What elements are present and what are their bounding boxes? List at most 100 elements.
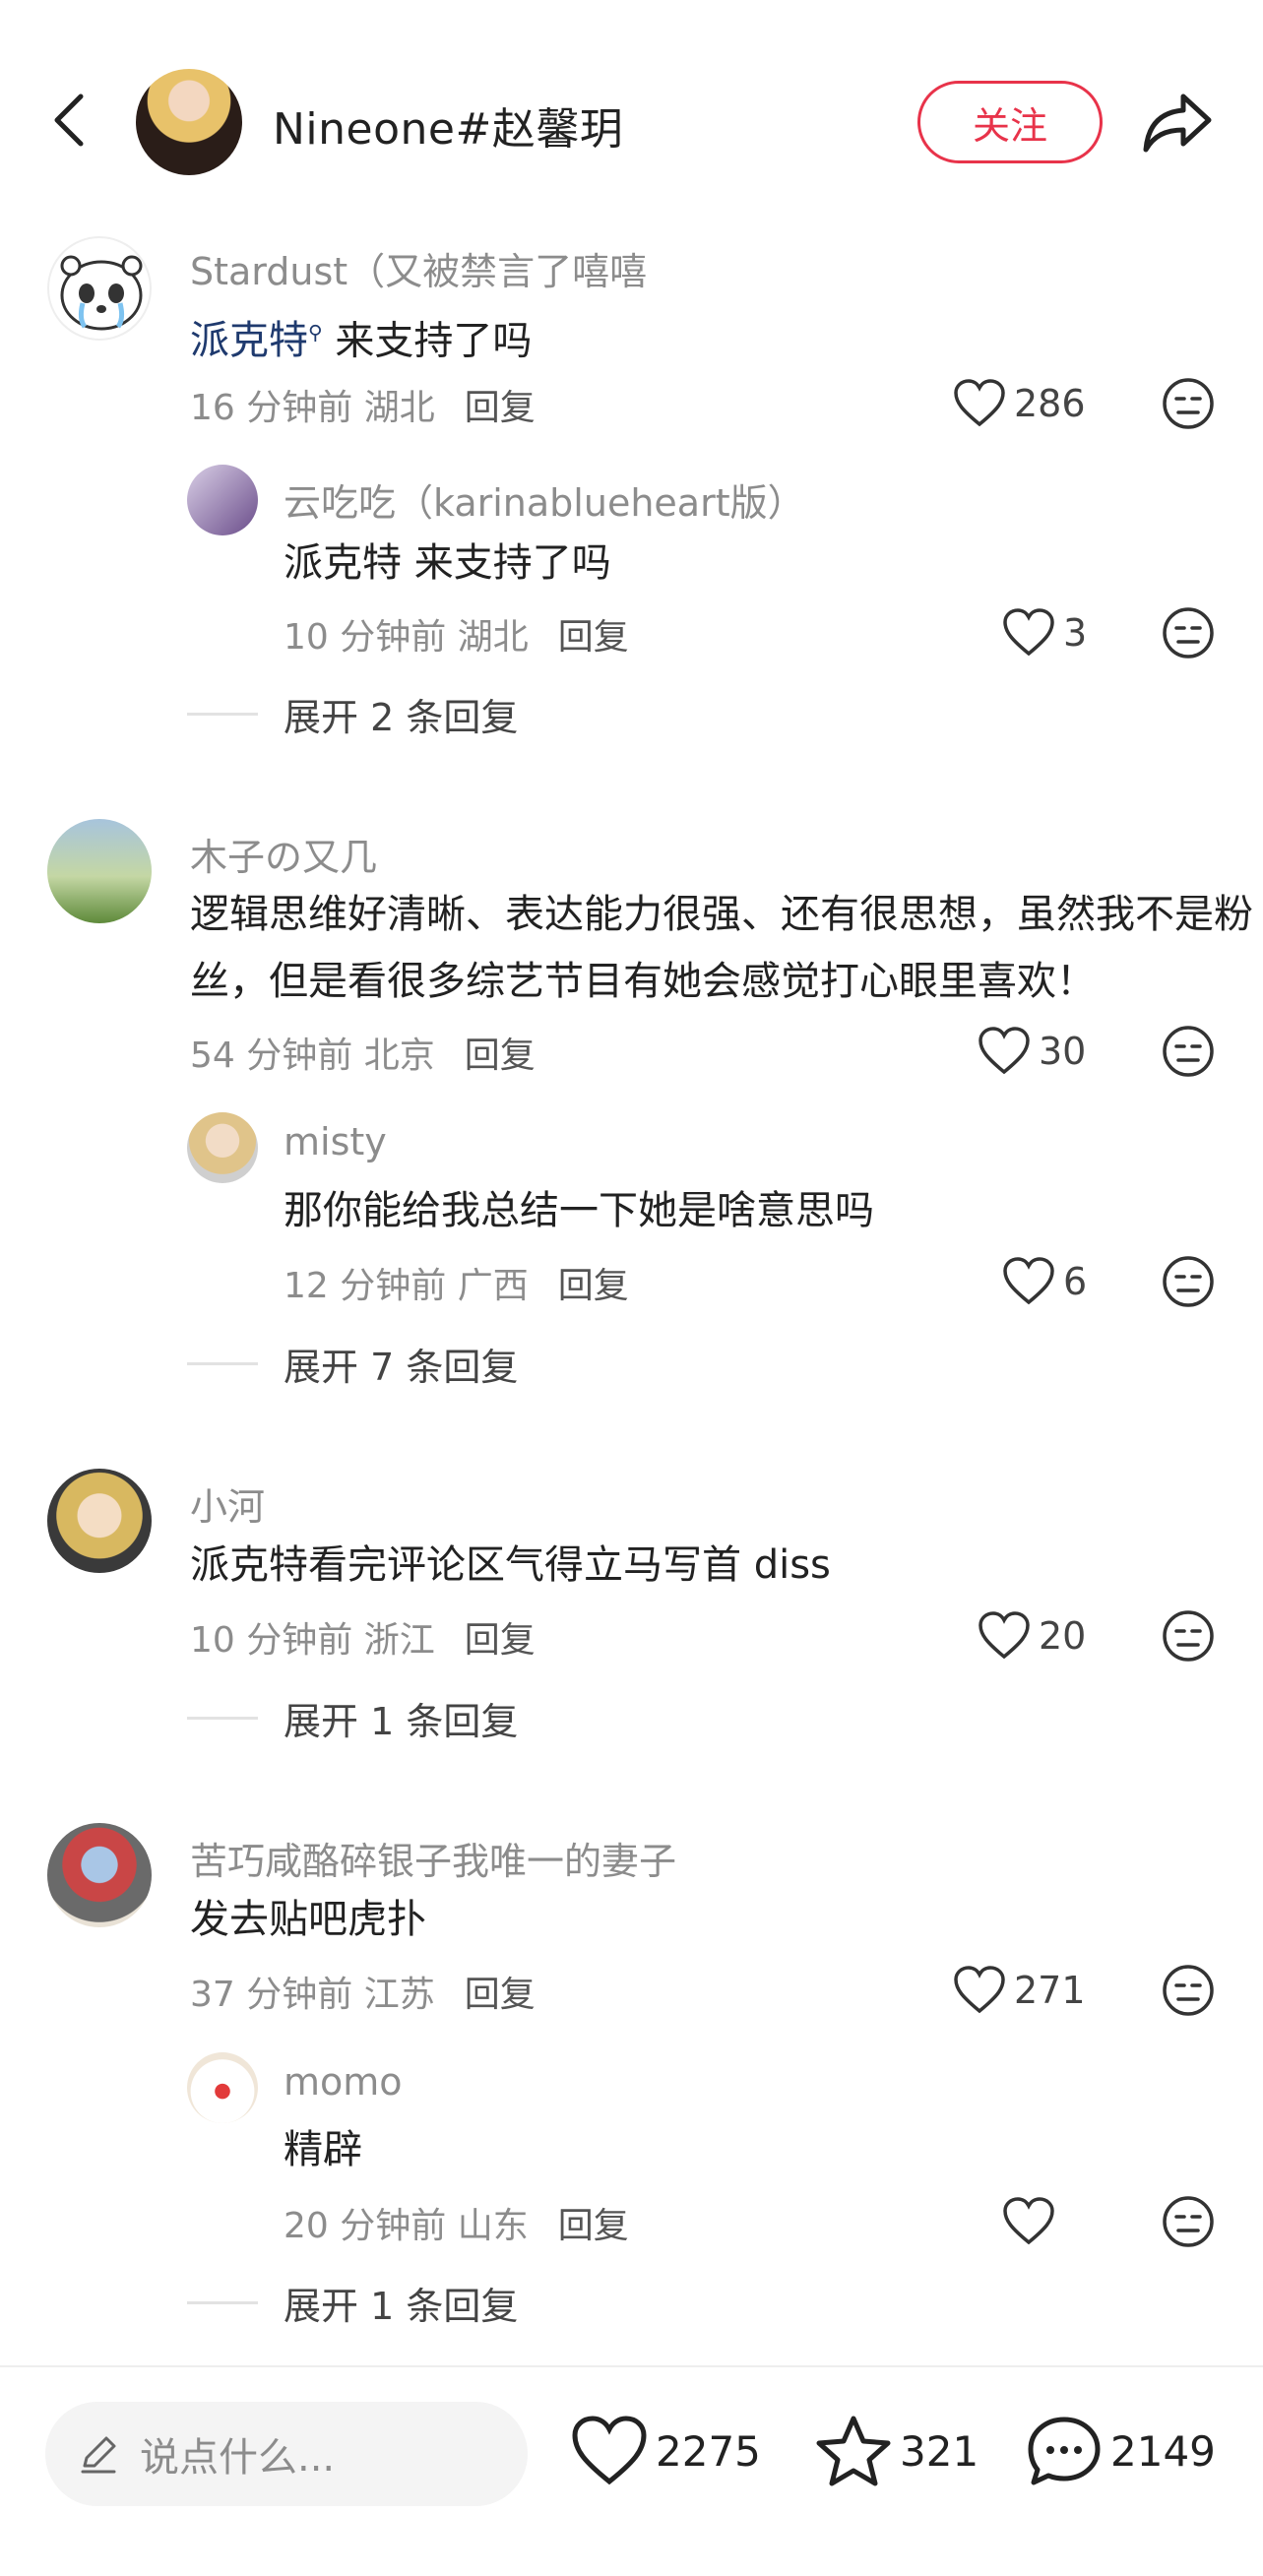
divider xyxy=(187,1362,258,1365)
expand-replies[interactable]: 展开 1 条回复 xyxy=(187,1691,518,1745)
reply-text: 派克特 来支持了吗 xyxy=(284,540,611,586)
replier-avatar[interactable] xyxy=(187,2052,258,2123)
like-count: 3 xyxy=(1063,611,1088,655)
chevron-left-icon xyxy=(54,94,84,147)
commenter-username[interactable]: Stardust（又被禁言了嘻嘻 xyxy=(190,241,647,295)
comment-count: 2149 xyxy=(1110,2426,1216,2476)
heart-icon xyxy=(1003,608,1054,657)
meh-face-icon xyxy=(1163,1026,1214,1077)
divider xyxy=(187,713,258,716)
search-icon: ⚲ xyxy=(308,321,323,345)
like-button[interactable]: 3 xyxy=(1002,603,1087,662)
favorite-count: 321 xyxy=(900,2426,979,2476)
reply-button[interactable]: 回复 xyxy=(558,617,629,658)
commenter-username[interactable]: 木子の又几 xyxy=(190,827,377,881)
comment-input[interactable]: 说点什么... xyxy=(45,2402,528,2506)
comment-text: 发去贴吧虎扑 xyxy=(190,1897,426,1942)
reply-button[interactable]: 回复 xyxy=(558,1266,629,1306)
dislike-button[interactable] xyxy=(1162,2195,1215,2248)
heart-icon xyxy=(954,1966,1005,2014)
meh-face-icon xyxy=(1163,1965,1214,2016)
comment-meta: 10 分钟前 浙江 回复 xyxy=(190,1620,536,1661)
reply-button[interactable]: 回复 xyxy=(465,1036,536,1076)
share-button[interactable] xyxy=(1140,87,1215,156)
heart-icon xyxy=(979,1027,1030,1075)
reply-text: 那你能给我总结一下她是啥意思吗 xyxy=(284,1188,874,1233)
divider xyxy=(187,2301,258,2304)
divider xyxy=(187,1717,258,1720)
bottom-action-bar: 说点什么... 2275 321 2149 xyxy=(0,2365,1263,2576)
like-button[interactable]: 20 xyxy=(978,1606,1086,1665)
heart-icon xyxy=(979,1611,1030,1660)
pencil-icon xyxy=(81,2436,116,2474)
crying-bear-icon xyxy=(60,255,143,331)
heart-icon xyxy=(954,379,1005,427)
commenter-avatar[interactable] xyxy=(47,1469,152,1573)
follow-button[interactable]: 关注 xyxy=(917,81,1103,163)
like-count: 286 xyxy=(1014,382,1086,425)
reply-button[interactable]: 回复 xyxy=(558,2206,629,2246)
comment-text: 派克特⚲ 来支持了吗 xyxy=(190,318,533,364)
like-button[interactable]: 286 xyxy=(953,374,1086,433)
dislike-button[interactable] xyxy=(1162,1964,1215,2017)
meh-face-icon xyxy=(1163,2196,1214,2247)
meh-face-icon xyxy=(1163,378,1214,429)
expand-replies[interactable]: 展开 7 条回复 xyxy=(187,1337,518,1391)
replier-username[interactable]: misty xyxy=(284,1120,387,1163)
like-count: 6 xyxy=(1063,1260,1088,1303)
heart-icon xyxy=(572,2416,647,2485)
meh-face-icon xyxy=(1163,1256,1214,1307)
comment-meta: 54 分钟前 北京 回复 xyxy=(190,1036,536,1076)
share-icon xyxy=(1143,94,1212,153)
meh-face-icon xyxy=(1163,1610,1214,1662)
meh-face-icon xyxy=(1163,607,1214,659)
dislike-button[interactable] xyxy=(1162,606,1215,660)
comment-meta: 16 分钟前 湖北 回复 xyxy=(190,388,536,428)
comment-input-placeholder: 说点什么... xyxy=(140,2435,336,2481)
like-button[interactable]: 271 xyxy=(953,1961,1086,2020)
replier-username[interactable]: momo xyxy=(284,2060,403,2104)
commenter-avatar[interactable] xyxy=(47,819,152,923)
author-avatar[interactable] xyxy=(136,69,242,175)
reply-button[interactable]: 回复 xyxy=(465,1620,536,1661)
like-count: 271 xyxy=(1014,1969,1086,2012)
comment-text: 派克特看完评论区气得立马写首 diss xyxy=(190,1542,831,1588)
comment-button[interactable]: 2149 xyxy=(1026,2415,1216,2487)
author-name[interactable]: Nineone#赵馨玥 xyxy=(273,94,623,157)
reply-meta: 12 分钟前 广西 回复 xyxy=(284,1266,629,1306)
reply-button[interactable]: 回复 xyxy=(465,388,536,428)
replier-avatar[interactable] xyxy=(187,465,258,535)
top-nav-bar: Nineone#赵馨玥 关注 xyxy=(0,0,1263,221)
reply-meta: 10 分钟前 湖北 回复 xyxy=(284,617,629,658)
dislike-button[interactable] xyxy=(1162,377,1215,430)
commenter-username[interactable]: 苦巧咸酪碎银子我唯一的妻子 xyxy=(190,1831,676,1885)
commenter-username[interactable]: 小河 xyxy=(190,1476,265,1531)
heart-icon xyxy=(1003,2197,1054,2245)
commenter-avatar[interactable] xyxy=(47,1823,152,1927)
heart-icon xyxy=(1003,1257,1054,1305)
reply-text: 精辟 xyxy=(284,2127,362,2172)
like-button[interactable]: 30 xyxy=(978,1022,1086,1081)
dislike-button[interactable] xyxy=(1162,1609,1215,1663)
like-post-button[interactable]: 2275 xyxy=(571,2415,761,2487)
like-button[interactable] xyxy=(1002,2192,1063,2251)
post-like-count: 2275 xyxy=(656,2426,761,2476)
comment-text: 逻辑思维好清晰、表达能力很强、还有很思想，虽然我不是粉丝，但是看很多综艺节目有她… xyxy=(190,892,1253,1004)
star-icon xyxy=(816,2416,891,2486)
expand-replies[interactable]: 展开 2 条回复 xyxy=(187,687,518,741)
like-button[interactable]: 6 xyxy=(1002,1252,1087,1311)
reply-button[interactable]: 回复 xyxy=(465,1975,536,2015)
expand-replies[interactable]: 展开 1 条回复 xyxy=(187,2276,518,2330)
dislike-button[interactable] xyxy=(1162,1255,1215,1308)
replier-username[interactable]: 云吃吃（karinablueheart版） xyxy=(284,472,805,527)
dislike-button[interactable] xyxy=(1162,1025,1215,1078)
back-button[interactable] xyxy=(39,81,98,159)
commenter-avatar[interactable] xyxy=(47,236,152,341)
favorite-button[interactable]: 321 xyxy=(815,2415,979,2487)
replier-avatar[interactable] xyxy=(187,1112,258,1183)
like-count: 30 xyxy=(1039,1030,1087,1073)
comment-meta: 37 分钟前 江苏 回复 xyxy=(190,1975,536,2015)
comment-bubble-icon xyxy=(1028,2417,1101,2485)
search-link[interactable]: 派克特⚲ xyxy=(190,318,323,363)
reply-meta: 20 分钟前 山东 回复 xyxy=(284,2206,629,2246)
